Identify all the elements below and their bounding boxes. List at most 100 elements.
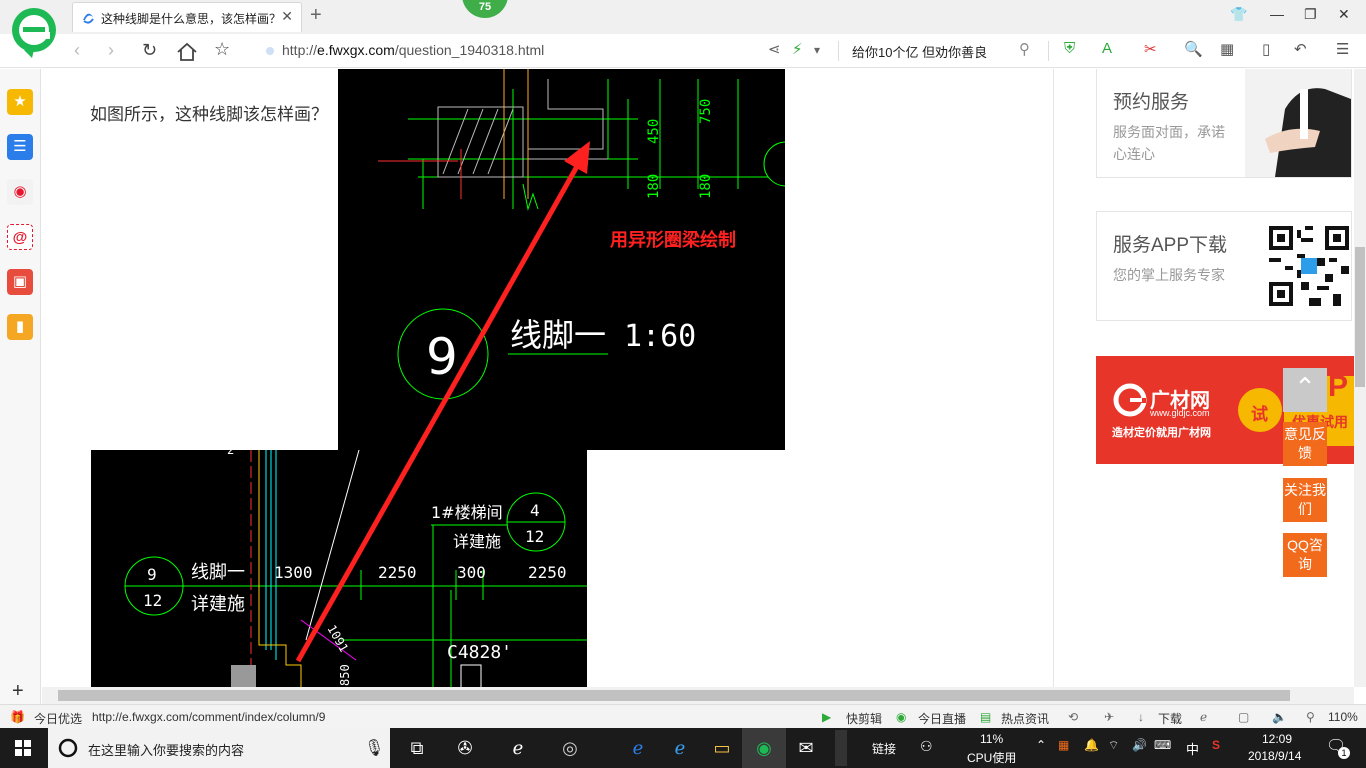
browser-logo-icon[interactable] bbox=[10, 6, 58, 58]
follow-us-button[interactable]: 关注我们 bbox=[1283, 478, 1327, 522]
shirt-skin-icon[interactable]: 👕 bbox=[1230, 6, 1247, 23]
sogou-icon[interactable]: S bbox=[1212, 738, 1220, 752]
forward-button[interactable]: › bbox=[108, 40, 114, 61]
vertical-scroll-thumb[interactable] bbox=[1355, 247, 1365, 387]
gift-icon[interactable]: 🎁 bbox=[10, 710, 25, 724]
reading-list-icon[interactable]: ☰ bbox=[7, 134, 33, 160]
edge-icon[interactable]: ℯ bbox=[616, 728, 660, 768]
notification-bell-icon[interactable]: 🔔 bbox=[1084, 738, 1099, 752]
news-icon: ▤ bbox=[980, 710, 992, 724]
lightning-icon[interactable]: ⚡ bbox=[792, 40, 803, 58]
mail-icon[interactable]: ✉ bbox=[784, 728, 828, 768]
wifi-icon[interactable]: ⌔ bbox=[1108, 738, 1119, 753]
notes-icon[interactable]: ▮ bbox=[7, 314, 33, 340]
horizontal-scrollbar[interactable] bbox=[42, 687, 1354, 704]
game-icon[interactable]: ▣ bbox=[7, 269, 33, 295]
card-app-download[interactable]: 服务APP下载 您的掌上服务专家 bbox=[1096, 211, 1352, 321]
refresh-button[interactable]: ↻ bbox=[142, 40, 157, 61]
active-browser-icon[interactable]: ◉ bbox=[742, 728, 786, 768]
add-sidebar-button[interactable]: + bbox=[12, 680, 24, 703]
ie-browser-icon[interactable]: ℯ bbox=[496, 728, 540, 768]
status-today-picks[interactable]: 今日优选 bbox=[34, 710, 82, 727]
scissors-icon[interactable]: ✂ bbox=[1144, 40, 1157, 58]
close-window-button[interactable]: ✕ bbox=[1338, 6, 1350, 23]
url-scheme: http:// bbox=[282, 42, 318, 58]
window-mode-icon[interactable]: ▢ bbox=[1238, 710, 1249, 724]
fan-app-icon[interactable]: ✇ bbox=[443, 728, 487, 768]
card-appointment[interactable]: 预约服务 服务面对面，承诺心连心 bbox=[1096, 69, 1352, 178]
task-view-icon[interactable]: ⧉ bbox=[395, 728, 439, 768]
volume-icon[interactable]: 🔈 bbox=[1272, 710, 1287, 724]
url-field[interactable]: http://e.fwxgx.com/question_1940318.html bbox=[266, 42, 544, 58]
ad-tagline: 造材定价就用广材网 bbox=[1112, 427, 1211, 439]
status-item-clip[interactable]: 快剪辑 bbox=[846, 710, 882, 727]
score-badge[interactable]: 75 bbox=[462, 0, 508, 18]
people-icon[interactable]: ⚇ bbox=[920, 738, 933, 755]
taskbar-scroll[interactable] bbox=[835, 730, 847, 766]
share-icon[interactable]: ⋖ bbox=[768, 40, 781, 58]
tablet-icon[interactable]: ▯ bbox=[1262, 40, 1270, 58]
back-to-top-button[interactable]: ⌃ bbox=[1283, 368, 1327, 412]
back-button[interactable]: ‹ bbox=[74, 40, 80, 61]
status-item-live[interactable]: 今日直播 bbox=[918, 710, 966, 727]
live-icon: ◉ bbox=[896, 710, 907, 724]
status-item-news[interactable]: 热点资讯 bbox=[1001, 710, 1049, 727]
email-icon[interactable]: @ bbox=[7, 224, 33, 250]
keyboard-icon[interactable]: ⌨ bbox=[1154, 738, 1171, 752]
spiral-app-icon[interactable]: ◎ bbox=[548, 728, 592, 768]
column-divider bbox=[1053, 69, 1054, 687]
zoom-icon: ⚲ bbox=[1306, 710, 1315, 724]
taskbar-search[interactable]: 在这里输入你要搜索的内容 🎙 bbox=[48, 728, 390, 768]
pin-icon[interactable]: ✈ bbox=[1104, 710, 1114, 724]
ime-indicator[interactable]: 中 bbox=[1186, 739, 1199, 758]
speaker-icon[interactable]: 🔊 bbox=[1132, 738, 1147, 752]
favorite-star-icon[interactable]: ☆ bbox=[214, 39, 230, 60]
menu-icon[interactable]: ☰ bbox=[1336, 40, 1349, 58]
ie-mode-icon[interactable]: ℯ bbox=[1200, 710, 1207, 724]
magnifier-icon[interactable]: 🔍 bbox=[1184, 40, 1203, 58]
accelerate-icon[interactable]: ⟲ bbox=[1068, 710, 1078, 724]
tray-app-icon[interactable]: ▦ bbox=[1058, 738, 1069, 752]
weibo-icon[interactable]: ◉ bbox=[7, 179, 33, 205]
clock-date[interactable]: 2018/9/14 bbox=[1248, 749, 1301, 763]
favorites-icon[interactable]: ★ bbox=[7, 89, 33, 115]
apps-grid-icon[interactable]: ▦ bbox=[1220, 40, 1234, 58]
home-icon[interactable] bbox=[176, 42, 198, 62]
new-tab-button[interactable]: + bbox=[310, 4, 322, 27]
ad-try: 试 bbox=[1251, 405, 1268, 424]
search-placeholder: 在这里输入你要搜索的内容 bbox=[88, 743, 245, 758]
restore-button[interactable]: ❐ bbox=[1304, 6, 1317, 23]
status-bar: 🎁 今日优选 http://e.fwxgx.com/comment/index/… bbox=[0, 704, 1366, 728]
shield-icon[interactable]: ⛨ bbox=[1064, 40, 1075, 57]
search-icon[interactable]: ⚲ bbox=[1019, 40, 1030, 58]
qq-consult-button[interactable]: QQ咨询 bbox=[1283, 533, 1327, 577]
cpu-percent: 11% bbox=[980, 732, 1004, 746]
file-explorer-icon[interactable]: ▭ bbox=[700, 728, 744, 768]
search-slogan[interactable]: 给你10个亿 但劝你善良 bbox=[852, 42, 987, 61]
url-domain: e.fwxgx.com bbox=[317, 42, 395, 58]
minimize-button[interactable]: — bbox=[1270, 6, 1284, 22]
horizontal-scroll-thumb[interactable] bbox=[58, 690, 1290, 701]
tab-close-icon[interactable]: ✕ bbox=[281, 8, 293, 25]
microphone-icon[interactable]: 🎙 bbox=[364, 738, 384, 758]
status-item-download[interactable]: 下载 bbox=[1158, 710, 1182, 727]
chevron-down-icon[interactable]: ▾ bbox=[814, 43, 820, 57]
feedback-button[interactable]: 意见反馈 bbox=[1283, 422, 1327, 466]
qr-code-icon[interactable] bbox=[1269, 226, 1349, 306]
windows-taskbar: 在这里输入你要搜索的内容 🎙 ⧉ ✇ ℯ ◎ ℯ ℯ ▭ ◉ ✉ 链接 ⚇ 11… bbox=[0, 728, 1366, 768]
cortana-icon bbox=[58, 738, 78, 758]
link-label[interactable]: 链接 bbox=[872, 740, 896, 757]
vertical-scrollbar[interactable] bbox=[1354, 69, 1366, 687]
card-title: 服务APP下载 bbox=[1113, 235, 1228, 256]
tray-expand-icon[interactable]: ⌃ bbox=[1036, 738, 1046, 752]
separator bbox=[838, 41, 839, 61]
clock-time[interactable]: 12:09 bbox=[1262, 732, 1292, 746]
undo-icon[interactable]: ↶ bbox=[1294, 40, 1307, 58]
zoom-level[interactable]: 110% bbox=[1328, 710, 1358, 724]
tab-active[interactable]: 这种线脚是什么意思，该怎样画？ ✕ bbox=[72, 2, 302, 32]
ad-p-letter: P bbox=[1328, 370, 1349, 403]
translate-icon[interactable]: A bbox=[1102, 40, 1112, 57]
internet-explorer-icon[interactable]: ℯ bbox=[658, 728, 702, 768]
left-sidebar: ★ ☰ ◉ @ ▣ ▮ + bbox=[0, 69, 41, 706]
windows-start-icon[interactable] bbox=[15, 740, 31, 756]
